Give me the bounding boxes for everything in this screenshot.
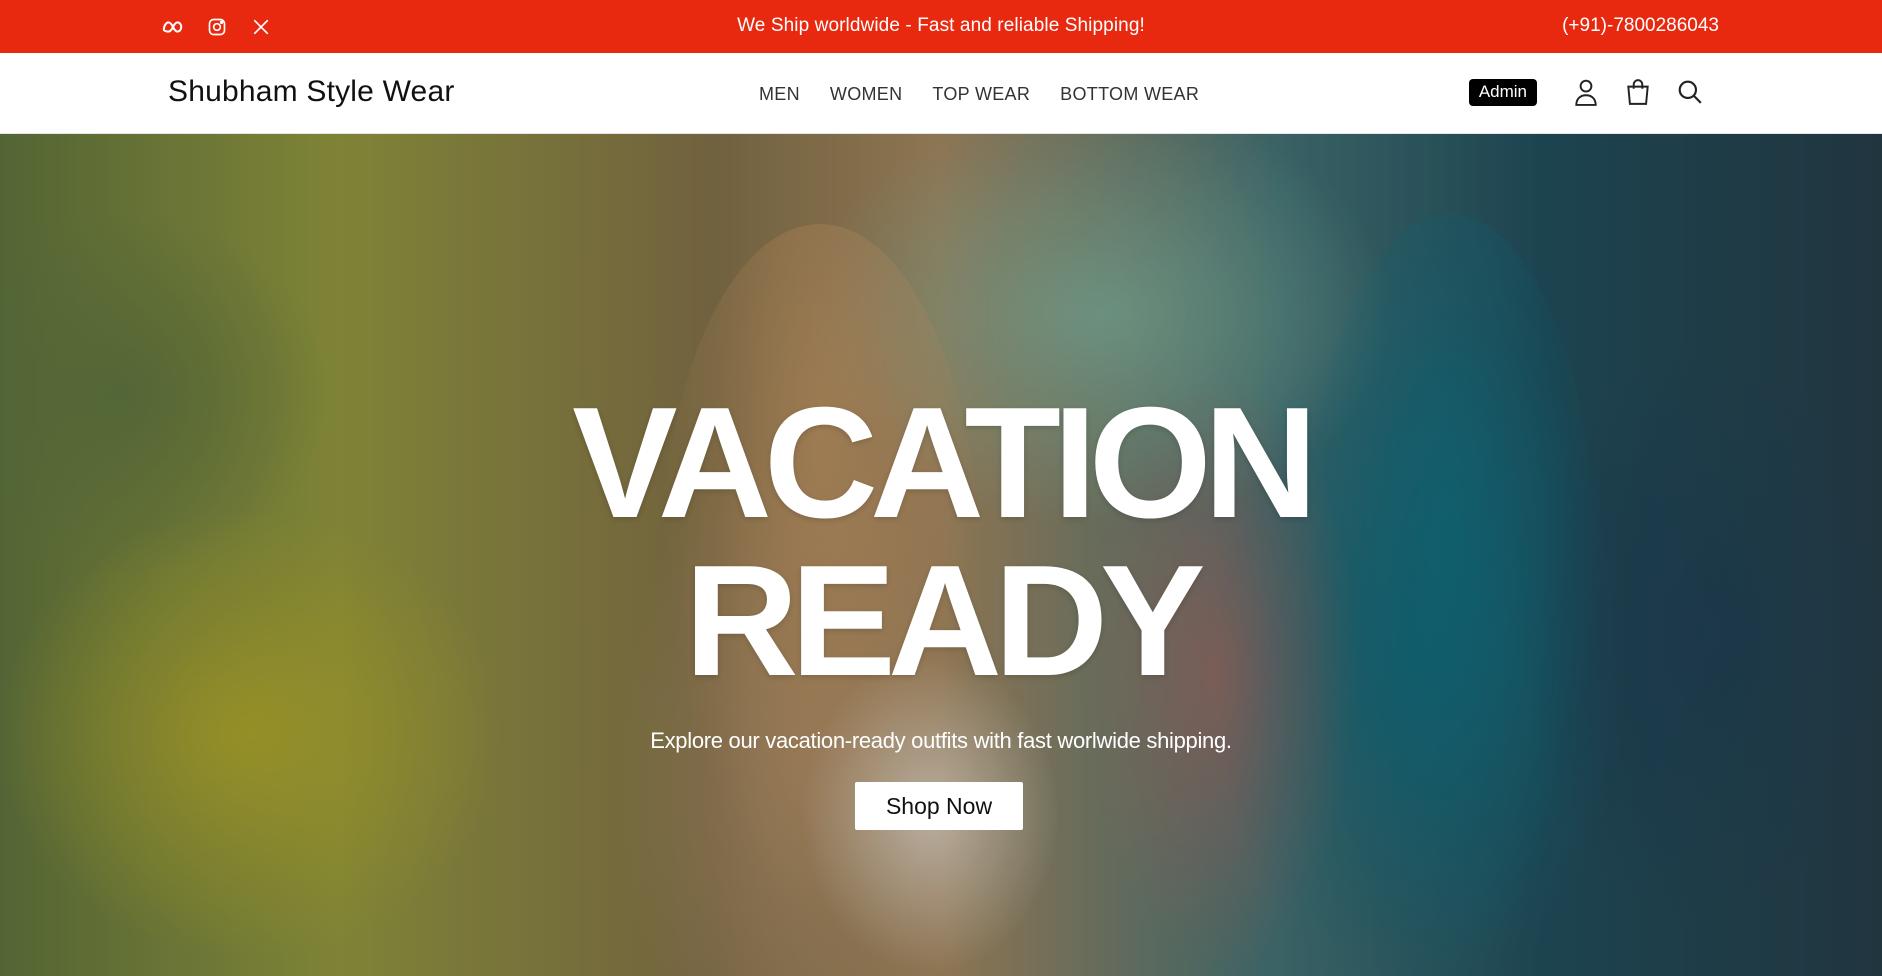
shop-now-button[interactable]: Shop Now	[855, 782, 1023, 830]
announcement-bar: We Ship worldwide - Fast and reliable Sh…	[0, 0, 1882, 53]
hero-subtitle: Explore our vacation-ready outfits with …	[650, 728, 1232, 753]
search-icon[interactable]	[1675, 77, 1705, 107]
hero-banner: VACATION READY Explore our vacation-read…	[0, 134, 1882, 976]
nav-bottom-wear[interactable]: BOTTOM WEAR	[1060, 84, 1199, 105]
header-actions: Admin	[1468, 77, 1705, 107]
nav-men[interactable]: MEN	[759, 84, 800, 105]
user-icon[interactable]	[1571, 77, 1601, 107]
nav-top-wear[interactable]: TOP WEAR	[932, 84, 1030, 105]
nav-women[interactable]: WOMEN	[830, 84, 903, 105]
shopping-bag-icon[interactable]	[1623, 77, 1653, 107]
hero-title: VACATION READY	[0, 384, 1882, 700]
brand-logo[interactable]: Shubham Style Wear	[168, 75, 455, 109]
hero-title-line: READY	[684, 533, 1205, 709]
site-header: Shubham Style Wear MEN WOMEN TOP WEAR BO…	[0, 53, 1882, 134]
admin-button[interactable]: Admin	[1468, 78, 1537, 106]
hero-title-line: VACATION	[572, 375, 1318, 551]
main-nav: MEN WOMEN TOP WEAR BOTTOM WEAR	[759, 84, 1199, 105]
phone-number: (+91)-7800286043	[1562, 15, 1719, 36]
